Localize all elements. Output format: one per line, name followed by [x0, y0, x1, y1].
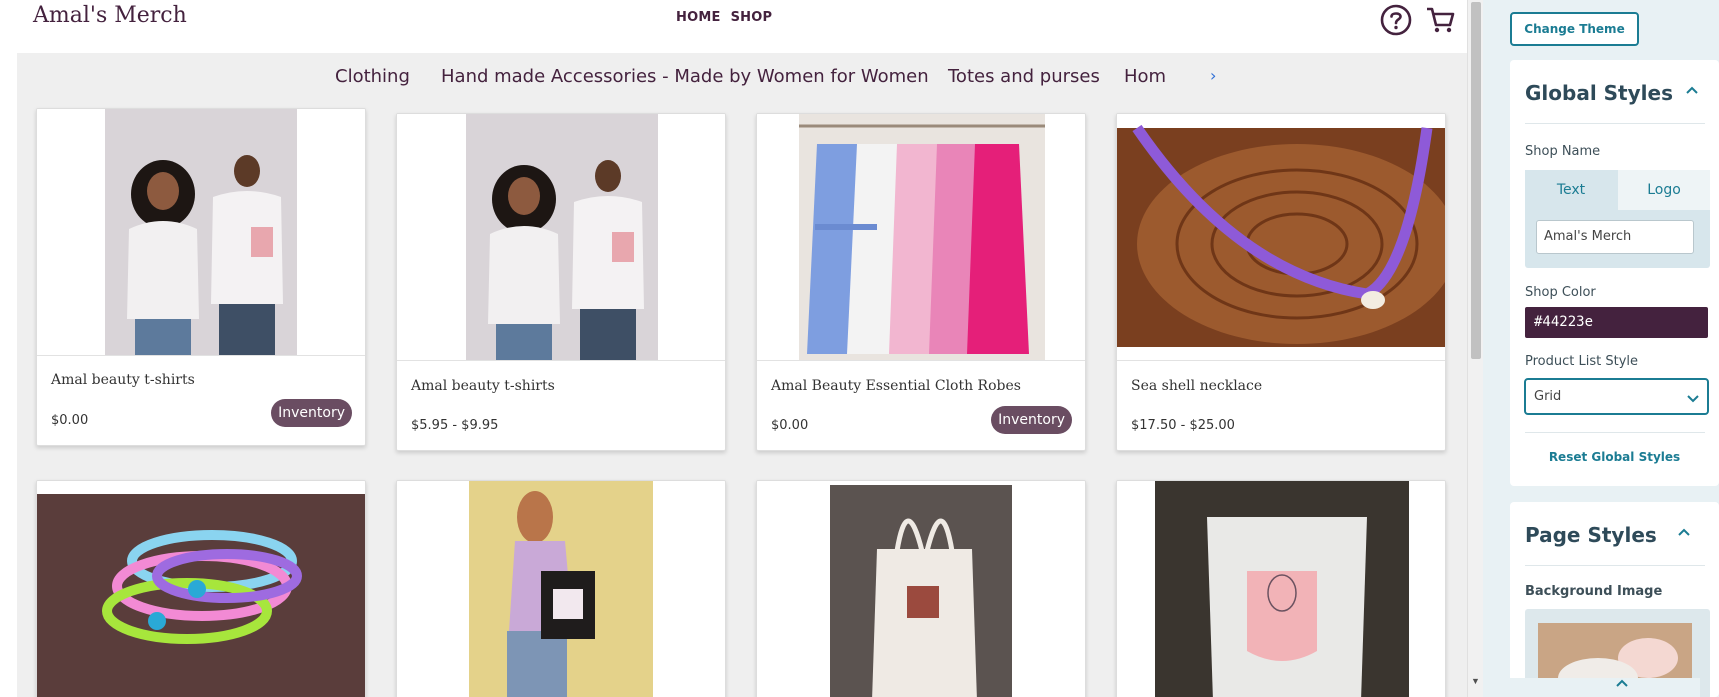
product-image: [1117, 114, 1445, 361]
nav-shop[interactable]: SHOP: [731, 10, 773, 25]
product-title[interactable]: Amal beauty t-shirts: [51, 372, 195, 388]
product-card[interactable]: [1116, 480, 1446, 697]
page-styles-title[interactable]: Page Styles: [1525, 523, 1657, 547]
settings-panel: Change Theme Global Styles Shop Name Tex…: [1483, 0, 1719, 697]
shop-name[interactable]: Amal's Merch: [33, 3, 187, 28]
shop-color-input[interactable]: #44223e: [1525, 307, 1708, 338]
scroll-down-arrow-icon[interactable]: ▼: [1471, 676, 1480, 686]
product-title[interactable]: Sea shell necklace: [1131, 378, 1262, 394]
product-list-style-value: Grid: [1534, 389, 1562, 404]
product-list-style-label: Product List Style: [1525, 354, 1639, 369]
vertical-scrollbar[interactable]: ▼: [1467, 0, 1483, 697]
logo-tab[interactable]: Logo: [1618, 170, 1710, 210]
page-styles-section: Page Styles Background Image: [1510, 502, 1719, 697]
store-preview: Amal's Merch HOME SHOP Clothing Hand mad…: [17, 0, 1467, 697]
scrollbar-thumb[interactable]: [1471, 2, 1481, 359]
product-card[interactable]: Sea shell necklace $17.50 - $25.00: [1116, 113, 1446, 451]
chevron-up-icon[interactable]: [1676, 525, 1692, 541]
chevron-double-up-icon: [1616, 679, 1628, 687]
chevron-up-icon[interactable]: [1684, 83, 1700, 99]
shopping-cart-icon[interactable]: [1423, 3, 1457, 37]
product-price: $5.95 - $9.95: [411, 418, 499, 433]
category-handmade-accessories[interactable]: Hand made Accessories - Made by Women fo…: [441, 66, 929, 87]
bracelets-photo: [37, 481, 365, 697]
product-title[interactable]: Amal beauty t-shirts: [411, 378, 555, 394]
help-circle-icon[interactable]: [1379, 3, 1413, 37]
category-totes[interactable]: Totes and purses: [948, 66, 1100, 87]
product-image: [757, 114, 1085, 361]
product-card[interactable]: [36, 480, 366, 697]
product-list-style-select[interactable]: Grid: [1524, 378, 1709, 415]
change-theme-button[interactable]: Change Theme: [1510, 12, 1639, 46]
product-card[interactable]: Amal beauty t-shirts $0.00 Inventory: [36, 108, 366, 446]
store-header: Amal's Merch HOME SHOP: [17, 0, 1467, 53]
shop-name-input[interactable]: Amal's Merch: [1536, 220, 1694, 254]
category-home[interactable]: Home: [1124, 66, 1166, 87]
necklace-photo: [1117, 114, 1445, 360]
product-image: [37, 109, 365, 356]
robes-photo: [757, 114, 1085, 360]
collapse-bar[interactable]: [1500, 678, 1700, 697]
divider: [1525, 123, 1705, 124]
mug-photo: [1117, 481, 1445, 697]
global-styles-section: Global Styles Shop Name Text Logo Amal's…: [1510, 60, 1719, 486]
left-margin: [0, 0, 17, 697]
shop-name-type-toggle: Text Logo Amal's Merch: [1525, 170, 1710, 268]
product-image: [397, 114, 725, 361]
product-card[interactable]: [756, 480, 1086, 697]
divider: [1525, 565, 1705, 566]
chevron-down-icon: [1687, 395, 1699, 403]
global-styles-title[interactable]: Global Styles: [1525, 81, 1673, 105]
tote-bag-model-photo: [397, 481, 725, 697]
divider: [1525, 432, 1705, 433]
text-tab[interactable]: Text: [1525, 170, 1617, 210]
reset-global-styles-link[interactable]: Reset Global Styles: [1510, 450, 1719, 464]
category-clothing[interactable]: Clothing: [335, 66, 410, 87]
top-nav: HOME SHOP: [676, 10, 772, 25]
inventory-badge[interactable]: Inventory: [271, 399, 352, 427]
background-image-label: Background Image: [1525, 584, 1663, 599]
product-title[interactable]: Amal Beauty Essential Cloth Robes: [771, 378, 1021, 394]
inventory-badge[interactable]: Inventory: [991, 406, 1072, 434]
product-card[interactable]: [396, 480, 726, 697]
product-price: $17.50 - $25.00: [1131, 418, 1235, 433]
tshirts-photo: [397, 114, 725, 360]
shop-color-label: Shop Color: [1525, 285, 1596, 300]
canvas-tote-photo: [757, 481, 1085, 697]
tshirts-photo: [37, 109, 365, 355]
nav-home[interactable]: HOME: [676, 10, 721, 25]
chevron-right-icon[interactable]: ›: [1210, 66, 1216, 85]
category-home-clip: Home: [1124, 66, 1166, 87]
product-card[interactable]: Amal Beauty Essential Cloth Robes $0.00 …: [756, 113, 1086, 451]
product-card[interactable]: Amal beauty t-shirts $5.95 - $9.95: [396, 113, 726, 451]
product-price: $0.00: [771, 418, 809, 433]
shop-name-label: Shop Name: [1525, 144, 1601, 159]
product-price: $0.00: [51, 413, 89, 428]
